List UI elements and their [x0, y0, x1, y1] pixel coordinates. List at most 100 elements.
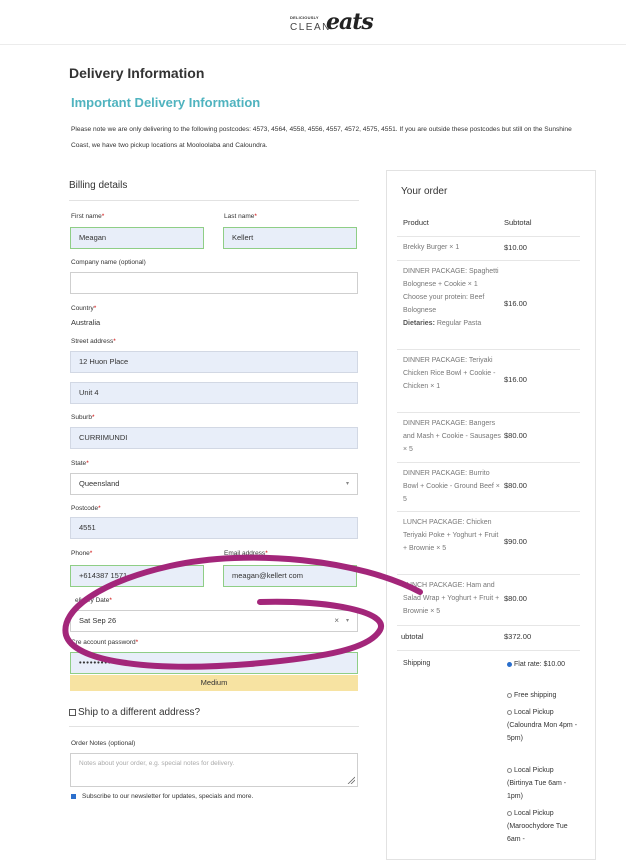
divider — [397, 236, 580, 237]
radio-selected-icon[interactable] — [507, 661, 512, 667]
subtotal-label: ubtotal — [401, 632, 424, 641]
street-label: Street address* — [71, 338, 116, 345]
logo-clean-text: CLEAN — [290, 22, 331, 33]
divider — [397, 412, 580, 413]
phone-label: Phone* — [71, 550, 93, 557]
state-label: State* — [71, 460, 89, 467]
clear-icon[interactable]: × — [334, 611, 339, 631]
radio-icon[interactable] — [507, 692, 512, 698]
postcode-label: Postcode* — [71, 505, 101, 512]
order-item: DINNER PACKAGE: Burrito Bowl + Cookie - … — [403, 470, 500, 503]
shipping-option-label: Free shipping — [514, 692, 557, 699]
divider — [69, 200, 359, 201]
shipping-option-maroochydore[interactable]: Local Pickup (Maroochydore Tue 6am - — [507, 807, 579, 846]
site-header: DELICIOUSLY CLEAN eats — [0, 0, 626, 45]
order-notes-placeholder: Notes about your order, e.g. special not… — [79, 760, 235, 767]
logo-eats-text: eats — [326, 9, 374, 35]
first-name-label: First name* — [71, 213, 105, 220]
suburb-input[interactable]: CURRIMUNDI — [70, 427, 358, 449]
shipping-option-label: Local Pickup (Caloundra Mon 4pm - 5pm) — [507, 709, 578, 742]
order-item: DINNER PACKAGE: Spaghetti Bolognese + Co… — [403, 265, 501, 330]
street-address-input[interactable]: 12 Huon Place — [70, 351, 358, 373]
last-name-input[interactable]: Kellert — [223, 227, 357, 249]
site-logo[interactable]: DELICIOUSLY CLEAN eats — [289, 9, 374, 35]
delivery-date-label: elivery Date* — [75, 597, 112, 604]
shipping-option-label: Local Pickup (Birtinya Tue 6am - 1pm) — [507, 767, 567, 800]
order-item-price: $16.00 — [504, 299, 527, 308]
shipping-option-caloundra[interactable]: Local Pickup (Caloundra Mon 4pm - 5pm) — [507, 706, 579, 745]
chevron-down-icon: ▾ — [345, 618, 349, 624]
col-subtotal-header: Subtotal — [504, 218, 532, 227]
checkbox-icon[interactable] — [69, 708, 76, 716]
order-item-price: $80.00 — [504, 431, 527, 440]
order-item-meta-value: Regular Pasta — [436, 320, 482, 327]
logo-small-text: DELICIOUSLY — [290, 15, 319, 20]
ship-different-toggle[interactable]: Ship to a different address? — [69, 707, 200, 718]
divider — [397, 511, 580, 512]
divider — [397, 260, 580, 261]
order-item-price: $16.00 — [504, 375, 527, 384]
radio-icon[interactable] — [507, 810, 512, 816]
divider — [397, 625, 580, 626]
email-input[interactable]: meagan@kellert com — [223, 565, 357, 587]
order-item: DINNER PACKAGE: Bangers and Mash + Cooki… — [403, 420, 501, 453]
postcode-input[interactable]: 4551 — [70, 517, 358, 539]
email-label: Email address* — [224, 550, 268, 557]
order-item-price: $90.00 — [504, 537, 527, 546]
shipping-option-flat-rate[interactable]: Flat rate: $10.00 — [507, 658, 579, 671]
subtotal-value: $372.00 — [504, 632, 532, 641]
password-input[interactable]: •••••••••• — [70, 652, 358, 674]
order-notes-textarea[interactable]: Notes about your order, e.g. special not… — [70, 753, 358, 787]
divider — [397, 650, 580, 651]
ship-different-label: Ship to a different address? — [78, 707, 201, 718]
shipping-option-label: Local Pickup (Maroochydore Tue 6am - — [507, 810, 568, 843]
order-item-price: $80.00 — [504, 594, 527, 603]
country-label: Country* — [71, 305, 97, 312]
phone-input[interactable]: +614387 1571 — [70, 565, 204, 587]
company-label: Company name (optional) — [71, 259, 146, 266]
country-value: Australia — [71, 318, 101, 327]
order-item: LUNCH PACKAGE: Ham and Salad Wrap + Yogh… — [403, 582, 500, 615]
shipping-option-free[interactable]: Free shipping — [507, 689, 579, 702]
radio-icon[interactable] — [507, 709, 512, 715]
order-title: Your order — [401, 186, 448, 197]
divider — [397, 462, 580, 463]
resize-handle-icon[interactable] — [347, 776, 355, 784]
billing-heading: Billing details — [69, 180, 128, 191]
divider — [69, 726, 359, 727]
shipping-option-birtinya[interactable]: Local Pickup (Birtinya Tue 6am - 1pm) — [507, 764, 579, 803]
state-select[interactable]: Queensland ▾ — [70, 473, 358, 495]
first-name-input[interactable]: Meagan — [70, 227, 204, 249]
order-notes-label: Order Notes (optional) — [71, 740, 136, 747]
shipping-option-label: Flat rate: $10.00 — [514, 661, 565, 668]
suburb-label: Suburb* — [71, 414, 95, 421]
order-item: LUNCH PACKAGE: Chicken Teriyaki Poke + Y… — [403, 519, 499, 552]
shipping-label: Shipping — [403, 660, 431, 667]
radio-icon[interactable] — [507, 767, 512, 773]
page-subtitle: Important Delivery Information — [71, 95, 261, 110]
street-address-2-input[interactable]: Unit 4 — [70, 382, 358, 404]
order-item-name: DINNER PACKAGE: Spaghetti Bolognese + Co… — [403, 268, 499, 288]
state-value: Queensland — [79, 479, 120, 488]
order-item-meta-label: Dietaries: — [403, 320, 435, 327]
divider — [397, 349, 580, 350]
delivery-notice: Please note we are only delivering to th… — [71, 126, 572, 149]
password-strength-meter: Medium — [70, 675, 358, 691]
page-title: Delivery Information — [69, 65, 205, 81]
order-item-price: $80.00 — [504, 481, 527, 490]
subscribe-label: Subscribe to our newsletter for updates,… — [82, 793, 254, 800]
col-product-header: Product — [403, 218, 429, 227]
chevron-down-icon: ▾ — [345, 481, 349, 487]
order-item: DINNER PACKAGE: Teriyaki Chicken Rice Bo… — [403, 357, 496, 390]
password-label: Cre account password* — [71, 639, 139, 646]
delivery-date-select[interactable]: Sat Sep 26 × ▾ — [70, 610, 358, 632]
divider — [397, 574, 580, 575]
checkbox-checked-icon[interactable] — [71, 793, 76, 799]
company-input[interactable] — [70, 272, 358, 294]
newsletter-subscribe[interactable]: Subscribe to our newsletter for updates,… — [71, 793, 253, 800]
order-item-price: $10.00 — [504, 243, 527, 252]
delivery-date-value: Sat Sep 26 — [79, 616, 117, 625]
last-name-label: Last name* — [224, 213, 257, 220]
order-item: Brekky Burger × 1 — [403, 244, 460, 251]
order-item-meta: Choose your protein: Beef Bolognese — [403, 294, 485, 314]
